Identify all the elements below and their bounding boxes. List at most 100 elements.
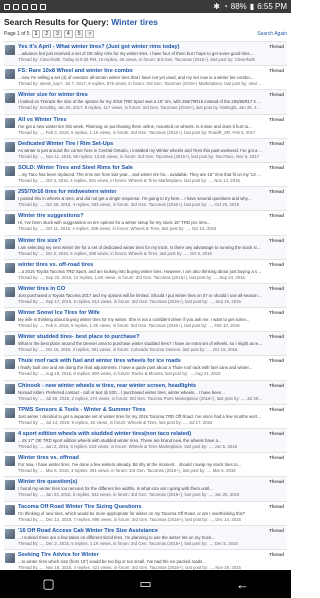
result-title-link[interactable]: Winter size for winter tires [18,92,243,98]
result-row[interactable]: Winter size for winter tires I looked on … [4,89,287,114]
result-title-link[interactable]: FS: Rare 10x8 Wheel and winter tire comb… [18,68,243,74]
result-row[interactable]: 4 sport edition wheels with studded wint… [4,428,287,453]
result-body: Thule roof rack with fuel and winter tir… [18,356,287,379]
result-row[interactable]: Winter tires in CO Just purchased a Toyot… [4,282,287,308]
thread-thumbnail[interactable] [5,528,15,539]
page-1-button[interactable]: 1 [31,30,41,38]
thread-thumbnail[interactable] [5,504,15,515]
thread-thumbnail[interactable] [5,480,15,491]
thread-thumbnail[interactable] [5,117,15,128]
result-title-link[interactable]: Winter tires vs. offroad [18,455,243,461]
result-title-link[interactable]: Dedicated Winter Tire / Rim Set-Ups [18,141,243,147]
thread-thumbnail[interactable] [5,214,15,225]
thread-thumbnail[interactable] [5,69,15,80]
result-title-link[interactable]: 4 sport edition wheels with studded wint… [18,431,243,437]
result-row[interactable]: Winter tire question(s) I found my winter… [4,476,287,501]
result-meta: Thread by: ..., Oct 28, 2016, 4 replies,… [18,202,239,208]
result-row[interactable]: '16 Off Road Access Cab Winter Tire Size… [4,524,287,549]
result-body: FS: Rare 10x8 Wheel and winter tire comb… [18,66,287,89]
result-row[interactable]: 255/70r16 tires for midwestern winter I p… [4,186,287,211]
result-row[interactable]: All vs Winter Tires I've got a new winter… [4,113,287,138]
result-row[interactable]: Winter tire size? I am selecting my next … [4,234,287,259]
result-row[interactable]: Seeking Tire Advice for Winter ...to wint… [4,548,287,570]
result-title-link[interactable]: Winter tire suggestions? [18,213,243,219]
result-row[interactable]: SOLD: Winter Tires and Steel Rims for Sa… [4,161,287,186]
result-meta: Thread by: ..., Feb 5, 2016, 9 replies, … [18,323,240,329]
thread-thumbnail[interactable] [5,45,15,55]
result-snippet: Just winter I decided to get a separate … [18,413,263,419]
result-row[interactable]: Winter Snow/ Ice Tires for Wife My wife i… [4,307,287,331]
photo-icon [40,3,46,10]
thread-thumbnail[interactable] [5,141,15,152]
thread-thumbnail[interactable] [5,383,15,394]
result-type-tag: Thread [268,285,284,291]
page-3-button[interactable]: 3 [53,30,62,38]
result-type-tag: Thread [268,334,284,340]
result-snippet: I posted this in wheels & tires, and did… [18,196,252,202]
result-row[interactable]: TPMS Sensors & Tools - Winter & Summer T… [4,403,287,428]
result-row[interactable]: winter tires vs. off-road tires ...a 2016… [4,258,287,283]
result-title-link[interactable]: Tacoma Off Road Winter Tire Sizing Quest… [18,504,243,510]
thread-thumbnail[interactable] [5,311,15,322]
page-5-button[interactable]: 5 [74,30,84,38]
result-snippet: My wife is thinking about buying winter … [18,317,250,323]
result-row[interactable]: FS: Rare 10x8 Wheel and winter tire comb… [4,65,287,89]
result-type-tag: Thread [268,237,284,243]
result-meta: Thread by: ..., Aug 19, 2016, 8 replies,… [18,371,221,377]
page-4-button[interactable]: 4 [63,30,73,38]
result-title-link[interactable]: Winter studded tires- best place to purc… [18,334,243,340]
result-title-link[interactable]: Chinook - new winter wheels w tires, rea… [18,383,243,389]
thread-thumbnail[interactable] [5,432,15,442]
status-bar: ✱ ◔ 88% ▮ 6:55 PM [0,0,291,13]
result-title-link[interactable]: Seeking Tire Advice for Winter [18,552,243,558]
result-row[interactable]: Thule roof rack with fuel and winter tir… [4,355,287,379]
result-snippet: I've got a new winter tire this week. Pl… [18,123,252,129]
thread-thumbnail[interactable] [5,190,15,201]
result-meta: Thread by: ..., Oct 11, 2016, 4 replies,… [18,226,217,232]
result-row[interactable]: Yes it's April - What winter tires? (Jus… [4,41,287,66]
thread-thumbnail[interactable] [5,262,15,273]
result-title-link[interactable]: Winter Snow/ Ice Tires for Wife [18,310,243,316]
result-row[interactable]: Tacoma Off Road Winter Tire Sizing Quest… [4,500,287,525]
result-row[interactable]: Dedicated Winter Tire / Rim Set-Ups As wi… [4,137,287,162]
page-2-button[interactable]: 2 [42,30,52,38]
thread-thumbnail[interactable] [5,335,15,346]
home-icon[interactable]: ▭ [138,576,154,592]
result-row[interactable]: Winter tire suggestions? Hi, I've been st… [4,210,287,234]
result-title-link[interactable]: winter tires vs. off-road tires [18,262,243,268]
result-title-link[interactable]: TPMS Sensors & Tools - Winter & Summer T… [18,407,243,413]
result-title-link[interactable]: 255/70r16 tires for midwestern winter [18,189,243,195]
result-row[interactable]: Winter tires vs. offroad For now, I have … [4,452,287,476]
result-meta: Thread by: ..., Jan 23, 2016, 5 replies,… [18,492,240,498]
thread-thumbnail[interactable] [5,407,15,418]
result-title-link[interactable]: All vs Winter Tires [18,117,243,123]
result-snippet: Hi, I've been stuck with suggestions on … [18,220,211,226]
result-title-link[interactable]: Winter tire question(s) [18,479,243,485]
result-body: Winter Snow/ Ice Tires for Wife My wife i… [18,308,287,331]
result-title-link[interactable]: Winter tires in CO [18,286,243,292]
back-icon[interactable]: ← [235,576,251,592]
result-title-link[interactable]: '16 Off Road Access Cab Winter Tire Size… [18,528,243,534]
result-title-link[interactable]: Winter tire size? [18,238,243,244]
recent-apps-icon[interactable]: ▢ [41,576,57,592]
battery-percent: 88% [230,2,247,11]
thread-thumbnail[interactable] [5,93,15,104]
bluetooth-icon: ✱ [213,2,220,11]
thread-thumbnail[interactable] [5,359,15,370]
next-page-button[interactable]: > [85,30,95,38]
result-meta: Thread by: ..., Nov 11, 2016, 60 replies… [18,153,260,159]
result-title-link[interactable]: Thule roof rack with fuel and winter tir… [18,358,243,364]
result-meta: Thread by: ..., Oct 5, 2016, 5 replies, … [18,250,212,256]
thread-thumbnail[interactable] [5,165,15,176]
result-title-link[interactable]: SOLD: Winter Tires and Steel Rims for Sa… [18,165,243,171]
result-title-link[interactable]: Yes it's April - What winter tires? (Jus… [18,44,243,50]
thread-thumbnail[interactable] [5,456,15,467]
result-snippet: ...4X 17" OE TRD sport edition wheels wi… [18,438,222,443]
result-row[interactable]: Chinook - new winter wheels w tires, rea… [4,379,287,404]
results-list: Yes it's April - What winter tires? (Jus… [4,41,287,570]
thread-thumbnail[interactable] [5,238,15,249]
thread-thumbnail[interactable] [5,552,15,563]
search-again-link[interactable]: Search Again [257,31,287,37]
thread-thumbnail[interactable] [5,286,15,297]
result-row[interactable]: Winter studded tires- best place to purc… [4,331,287,356]
